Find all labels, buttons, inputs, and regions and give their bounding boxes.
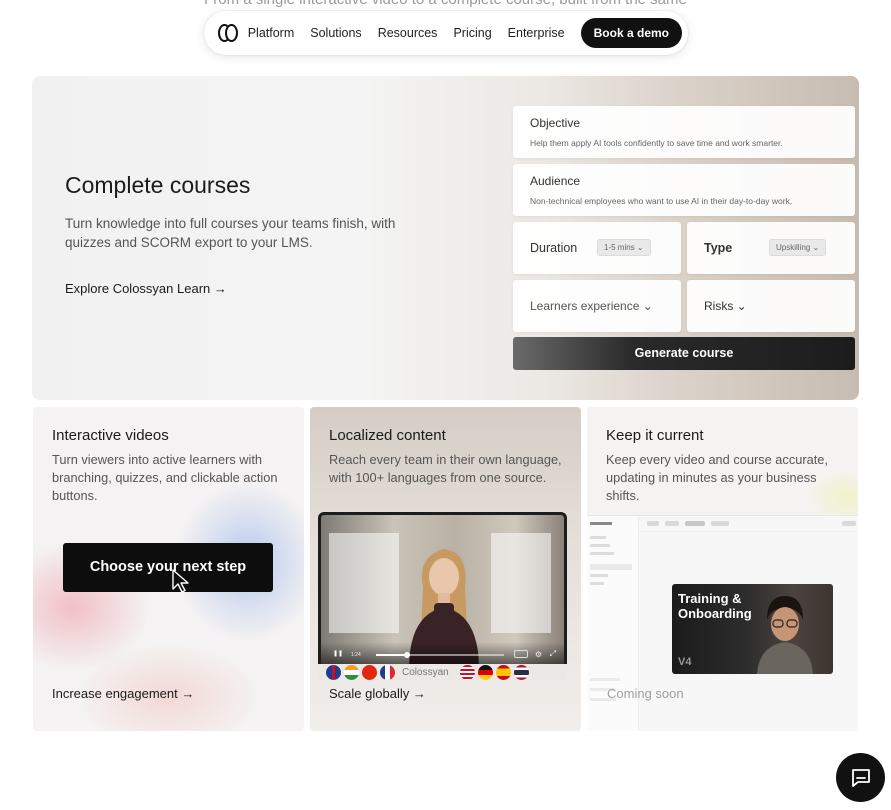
generate-course-button[interactable]: Generate course: [513, 337, 855, 370]
flag-thailand-icon: [513, 664, 529, 680]
flag-uk-icon: [326, 664, 341, 680]
chat-bubble-icon: [851, 768, 870, 787]
duration-card: Duration 1-5 mins ⌄: [513, 222, 681, 274]
learners-experience-card[interactable]: Learners experience ⌄: [513, 280, 681, 332]
book-demo-button[interactable]: Book a demo: [580, 18, 682, 48]
video-timestamp: 1:24: [351, 652, 361, 658]
learners-experience-label: Learners experience ⌄: [530, 299, 653, 313]
flag-germany-icon: [477, 664, 493, 680]
duration-label: Duration: [530, 241, 578, 255]
video-controls: ❚❚ 1:24 ⚙ ⤢: [321, 642, 564, 664]
feature-title: Localized content: [329, 427, 446, 444]
nav-item-platform[interactable]: Platform: [248, 26, 295, 40]
nav-item-solutions[interactable]: Solutions: [310, 26, 361, 40]
presenter-avatar: [757, 596, 813, 674]
top-navbar: Platform Solutions Resources Pricing Ent…: [204, 11, 688, 55]
section-intro-text: From a single interactive video to a com…: [0, 0, 891, 8]
scale-globally-link[interactable]: Scale globally →: [329, 686, 426, 701]
complete-courses-panel: Complete courses Turn knowledge into ful…: [32, 76, 859, 400]
hero-subtitle: Turn knowledge into full courses your te…: [65, 216, 396, 250]
nav-item-pricing[interactable]: Pricing: [453, 26, 491, 40]
settings-icon[interactable]: ⚙: [535, 650, 542, 659]
flag-india-icon: [344, 664, 359, 680]
objective-value: Help them apply AI tools confidently to …: [530, 138, 783, 148]
type-label: Type: [704, 241, 733, 255]
video-progress-bar[interactable]: [376, 652, 504, 658]
editor-action-button[interactable]: [842, 521, 856, 526]
fullscreen-icon[interactable]: ⤢: [550, 649, 556, 659]
keep-it-current-card: Keep it current Keep every video and cou…: [587, 407, 858, 731]
choose-next-step-button[interactable]: Choose your next step: [63, 543, 273, 592]
flag-france-icon: [380, 664, 395, 680]
interactive-videos-card: Interactive videos Turn viewers into act…: [33, 407, 304, 731]
type-select[interactable]: Upskilling ⌄: [769, 239, 827, 256]
background-window: [329, 533, 399, 633]
feature-subtitle: Reach every team in their own language, …: [329, 452, 562, 485]
feature-subtitle: Turn viewers into active learners with b…: [52, 452, 278, 503]
hero-title: Complete courses: [65, 172, 251, 198]
captions-icon[interactable]: [514, 650, 528, 658]
flag-spain-icon: [495, 664, 511, 680]
background-window: [491, 533, 551, 633]
editor-toolbar: [639, 516, 858, 532]
video-player[interactable]: ❚❚ 1:24 ⚙ ⤢: [318, 512, 567, 664]
objective-label: Objective: [530, 116, 581, 130]
risks-card[interactable]: Risks ⌄: [687, 280, 855, 332]
risks-label: Risks ⌄: [704, 299, 747, 313]
language-flags-strip: Colossyan: [318, 664, 567, 680]
colossyan-brand-label: Colossyan: [402, 666, 449, 678]
flag-china-icon: [362, 664, 377, 680]
thumbnail-title: Training & Onboarding: [678, 591, 752, 621]
mouse-cursor-icon: [172, 569, 189, 593]
audience-label: Audience: [530, 174, 581, 188]
nav-item-enterprise[interactable]: Enterprise: [508, 26, 565, 40]
coming-soon-label: Coming soon: [607, 686, 684, 701]
objective-card[interactable]: Objective Help them apply AI tools confi…: [513, 106, 855, 158]
localized-content-card: Localized content Reach every team in th…: [310, 407, 581, 731]
duration-select[interactable]: 1-5 mins ⌄: [597, 239, 651, 256]
feature-title: Keep it current: [606, 427, 704, 444]
feature-subtitle: Keep every video and course accurate, up…: [606, 452, 828, 503]
audience-card[interactable]: Audience Non-technical employees who wan…: [513, 164, 855, 216]
video-thumbnail[interactable]: Training & Onboarding V4: [672, 584, 833, 674]
explore-learn-link[interactable]: Explore Colossyan Learn →: [65, 281, 227, 296]
flag-usa-icon: [459, 664, 475, 680]
audience-value: Non-technical employees who want to use …: [530, 196, 793, 206]
colossyan-logo-icon[interactable]: [218, 24, 238, 42]
chat-support-button[interactable]: [836, 753, 885, 802]
pause-icon[interactable]: ❚❚: [333, 650, 343, 657]
increase-engagement-link[interactable]: Increase engagement →: [52, 686, 194, 701]
thumbnail-version-badge: V4: [678, 656, 692, 668]
type-card: Type Upskilling ⌄: [687, 222, 855, 274]
nav-item-resources[interactable]: Resources: [378, 26, 438, 40]
feature-title: Interactive videos: [52, 427, 169, 444]
